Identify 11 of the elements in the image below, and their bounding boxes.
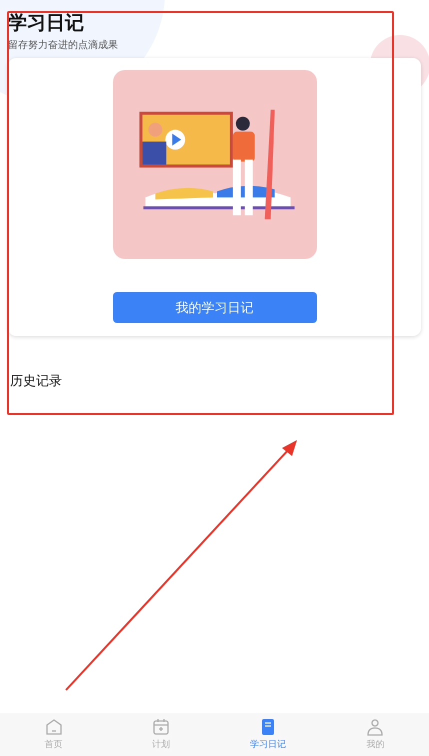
tab[interactable]: 计划 (107, 713, 214, 756)
section-title: 历史记录 (9, 373, 63, 390)
my-diary-button[interactable]: 我的学习日记 (112, 292, 316, 323)
home-icon (44, 718, 63, 736)
person-icon (366, 718, 384, 736)
tab[interactable]: 首页 (0, 713, 108, 756)
tab[interactable]: 我的 (322, 713, 429, 756)
page-subtitle: 留存努力奋进的点滴成果 (8, 38, 119, 52)
calendar-icon (152, 718, 170, 736)
tab[interactable]: 学习日记 (214, 713, 322, 756)
page-title: 学习日记 (8, 12, 85, 34)
